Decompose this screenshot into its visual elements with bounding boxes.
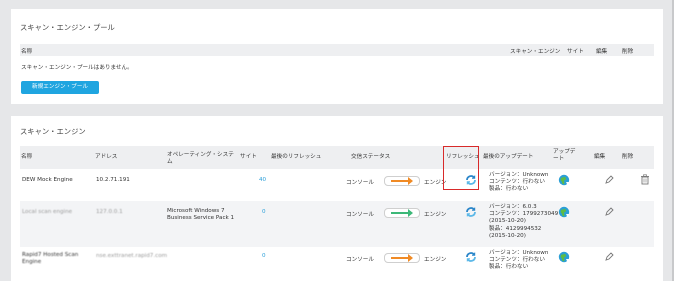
- col-edit: 編集: [594, 154, 606, 160]
- updater-globe-icon[interactable]: [558, 174, 570, 186]
- engine-address: nse.exttranet.rapid7.com: [96, 253, 168, 259]
- engine-name: Rapid7 Hosted Scan Engine: [22, 252, 79, 266]
- comm-engine-label: エンジン: [424, 257, 447, 263]
- engine-pool-table-header: 名称 スキャン・エンジン サイト 編集 削除: [20, 44, 654, 56]
- col-updater: アップデート: [553, 149, 576, 162]
- table-row: DEW Mock Engine 10.2.71.191 40 コンソール エンジ…: [20, 169, 654, 201]
- engine-os: Microsoft Windows 7 Business Service Pac…: [167, 208, 235, 222]
- engine-pool-panel: スキャン・エンジン・プール 名称 スキャン・エンジン サイト 編集 削除 スキャ…: [11, 9, 663, 104]
- refresh-icon[interactable]: [465, 206, 477, 218]
- edit-pencil-icon[interactable]: [604, 252, 614, 262]
- col-sites[interactable]: サイト: [567, 47, 584, 55]
- engine-name: DEW Mock Engine: [22, 177, 73, 183]
- edit-pencil-icon[interactable]: [604, 207, 614, 217]
- new-engine-pool-button[interactable]: 新規エンジン・プール: [21, 81, 99, 94]
- col-comm-status[interactable]: 交信ステータス: [351, 152, 390, 160]
- col-sites[interactable]: サイト: [240, 152, 257, 160]
- delete-trash-icon[interactable]: [640, 174, 650, 185]
- col-name[interactable]: 名称: [21, 152, 32, 160]
- engine-sites-link[interactable]: 0: [262, 209, 266, 215]
- comm-status-toggle: [384, 208, 420, 218]
- comm-arrow-icon: [391, 209, 413, 217]
- scan-engine-title: スキャン・エンジン: [20, 127, 86, 136]
- update-product-date: (2015-10-20): [489, 232, 526, 239]
- table-row: Local scan engine 127.0.0.1 Microsoft Wi…: [20, 201, 654, 247]
- update-product: 製品：4129994532: [489, 225, 542, 232]
- engine-address: 127.0.0.1: [96, 209, 123, 215]
- col-delete: 削除: [622, 49, 634, 55]
- table-row: Rapid7 Hosted Scan Engine nse.exttranet.…: [20, 247, 654, 281]
- col-name[interactable]: 名称: [21, 47, 32, 55]
- updater-globe-icon[interactable]: [558, 206, 570, 218]
- update-content-date: (2015-10-20): [489, 218, 526, 225]
- comm-console-label: コンソール: [346, 257, 374, 263]
- comm-status-toggle: [384, 253, 420, 263]
- col-scan-engines[interactable]: スキャン・エンジン: [510, 47, 560, 55]
- col-os[interactable]: オペレーティング・システム: [167, 152, 235, 166]
- refresh-icon[interactable]: [465, 251, 477, 263]
- col-edit: 編集: [596, 49, 608, 55]
- updater-globe-icon[interactable]: [558, 251, 570, 263]
- comm-console-label: コンソール: [346, 180, 374, 186]
- update-content: コンテンツ：1799273049: [489, 211, 559, 218]
- comm-arrow-icon: [391, 254, 413, 262]
- comm-engine-label: エンジン: [424, 212, 447, 218]
- comm-arrow-icon: [391, 177, 413, 185]
- last-update-info: バージョン：6.0.3 コンテンツ：1799273049 (2015-10-20…: [489, 204, 558, 240]
- comm-status-toggle: [384, 176, 420, 186]
- last-update-info: バージョン：Unknown コンテンツ：行わない 製品：行わない: [489, 250, 548, 272]
- col-address[interactable]: アドレス: [95, 152, 117, 160]
- col-last-refresh[interactable]: 最後のリフレッシュ: [271, 152, 321, 160]
- engine-address: 10.2.71.191: [96, 177, 130, 183]
- engine-sites-link[interactable]: 40: [259, 177, 266, 183]
- engine-name: Local scan engine: [22, 209, 73, 215]
- scan-engine-table-header: 名称 アドレス オペレーティング・システム サイト 最後のリフレッシュ 交信ステ…: [20, 146, 654, 169]
- refresh-column-highlight: [443, 146, 479, 190]
- comm-console-label: コンソール: [346, 212, 374, 218]
- update-product: 製品：行わない: [489, 264, 529, 271]
- edit-pencil-icon[interactable]: [604, 175, 614, 185]
- last-update-info: バージョン：Unknown コンテンツ：行わない 製品：行わない: [489, 172, 548, 194]
- engine-pool-title: スキャン・エンジン・プール: [20, 23, 115, 32]
- engine-sites-link[interactable]: 0: [262, 253, 266, 259]
- update-product: 製品：行わない: [489, 186, 529, 193]
- col-last-update[interactable]: 最後のアップデート: [483, 152, 533, 160]
- scan-engine-panel: スキャン・エンジン 名称 アドレス オペレーティング・システム サイト 最後のリ…: [11, 116, 663, 281]
- empty-message: スキャン・エンジン・プールはありません。: [21, 65, 133, 71]
- col-delete: 削除: [622, 154, 634, 160]
